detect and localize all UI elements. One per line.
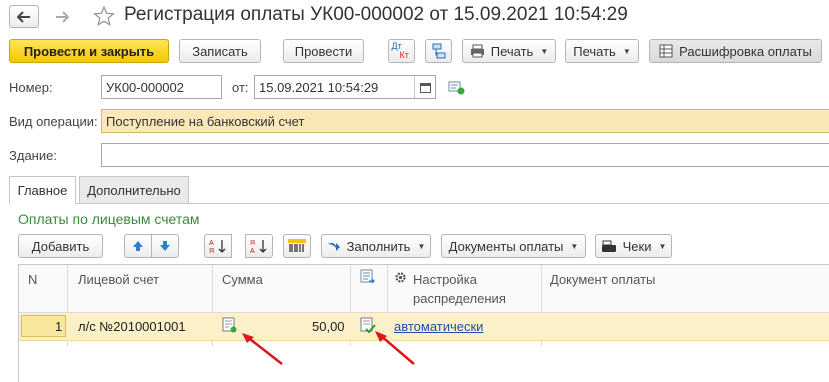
chevron-down-icon: ▼ (540, 46, 549, 56)
arrow-down-icon (160, 241, 170, 251)
calendar-icon (419, 82, 431, 93)
red-arrow-icon (375, 331, 415, 365)
move-down-button[interactable] (151, 234, 179, 258)
section-title: Оплаты по лицевым счетам (18, 211, 200, 227)
print-menu-button[interactable]: Печать ▼ (462, 39, 556, 63)
fill-arrow-icon (327, 242, 340, 251)
payment-breakdown-button[interactable]: Расшифровка оплаты (649, 39, 822, 63)
operation-type-field[interactable]: Поступление на банковский счет (101, 109, 829, 133)
save-button[interactable]: Записать (179, 39, 261, 63)
cash-register-icon (601, 240, 616, 252)
column-header-distribution[interactable]: Настройка распределения (413, 270, 506, 308)
table-icon (659, 44, 673, 58)
fill-button[interactable]: Заполнить ▼ (321, 234, 431, 258)
window-title: Регистрация оплаты УК00-000002 от 15.09.… (124, 4, 628, 25)
receipts-button[interactable]: Чеки ▼ (595, 234, 672, 258)
sort-desc-button[interactable]: Я А (245, 234, 273, 258)
date-field[interactable]: 15.09.2021 10:54:29 (254, 75, 436, 99)
document-status-icon[interactable] (448, 81, 466, 95)
calendar-button[interactable] (414, 76, 435, 98)
red-arrow-icon (242, 333, 283, 365)
post-button[interactable]: Провести (283, 39, 364, 63)
arrow-right-icon (56, 10, 69, 23)
printer-icon (470, 44, 484, 58)
building-field[interactable] (101, 143, 829, 167)
tabs-baseline (9, 203, 829, 204)
gear-icon (395, 272, 406, 283)
chevron-down-icon: ▼ (417, 241, 426, 251)
tab-additional[interactable]: Дополнительно (79, 176, 189, 203)
chevron-down-icon: ▼ (658, 241, 667, 251)
svg-text:А: А (250, 248, 255, 254)
column-header-account[interactable]: Лицевой счет (78, 270, 159, 289)
dt-kt-button[interactable]: Дт Кт (388, 39, 415, 63)
sort-asc-button[interactable]: А Я (204, 234, 232, 258)
building-label: Здание: (9, 148, 57, 163)
payment-document-column-icon[interactable] (360, 269, 376, 285)
arrow-up-icon (133, 241, 143, 251)
add-button[interactable]: Добавить (18, 234, 103, 258)
column-header-amount[interactable]: Сумма (222, 270, 263, 289)
arrow-left-icon (17, 10, 30, 23)
svg-text:Я: Я (250, 240, 255, 247)
account-cell[interactable]: л/с №2010001001 (78, 319, 186, 334)
chevron-down-icon: ▼ (570, 241, 579, 251)
amount-cell[interactable]: 50,00 (312, 319, 345, 334)
dt-kt-icon: Дт Кт (391, 41, 409, 60)
column-header-document[interactable]: Документ оплаты (550, 270, 655, 289)
forward-button[interactable] (47, 5, 77, 28)
date-label: от: (232, 80, 249, 95)
svg-text:А: А (209, 240, 214, 247)
svg-text:Я: Я (209, 248, 214, 254)
chevron-down-icon: ▼ (622, 46, 631, 56)
structure-icon (432, 43, 445, 59)
back-button[interactable] (9, 5, 39, 28)
row-number: 1 (55, 319, 63, 334)
sort-ascending-icon: А Я (209, 240, 226, 254)
print-button[interactable]: Печать ▼ (565, 39, 639, 63)
star-icon[interactable] (93, 5, 115, 27)
barcode-button[interactable] (283, 234, 311, 258)
number-field[interactable]: УК00-000002 (101, 75, 222, 99)
sort-descending-icon: Я А (250, 240, 267, 254)
structure-button[interactable] (425, 39, 452, 63)
tab-main[interactable]: Главное (9, 176, 76, 204)
column-header-n[interactable]: N (28, 270, 37, 289)
operation-label: Вид операции: (9, 114, 98, 129)
barcode-icon (288, 239, 306, 252)
move-up-button[interactable] (124, 234, 152, 258)
payment-documents-button[interactable]: Документы оплаты ▼ (441, 234, 586, 258)
number-label: Номер: (9, 80, 53, 95)
post-and-close-button[interactable]: Провести и закрыть (9, 39, 169, 63)
